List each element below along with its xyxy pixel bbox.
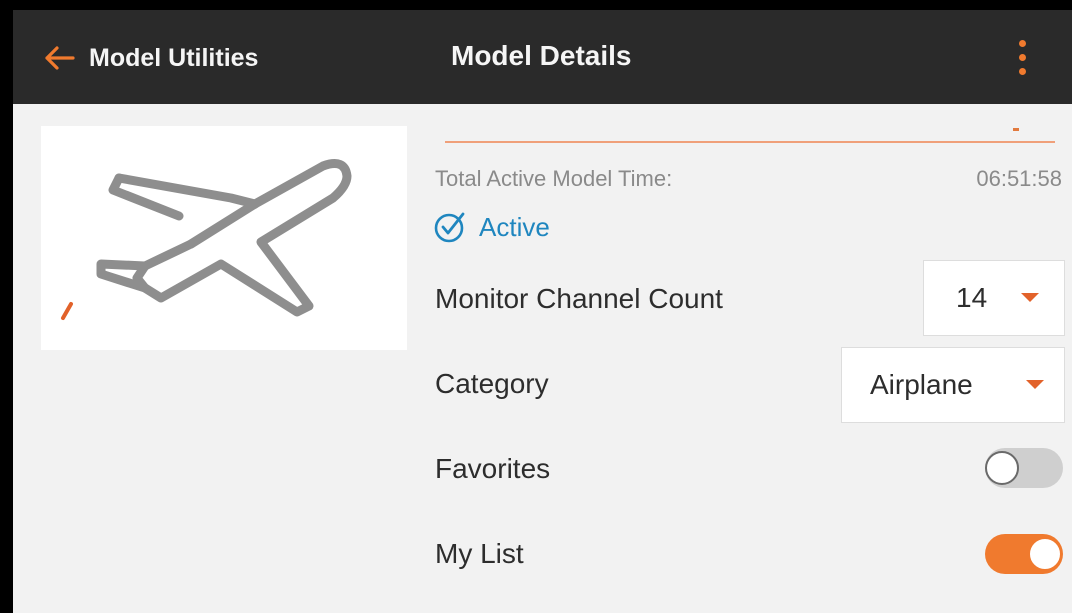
caret-down-icon: [1021, 293, 1039, 302]
back-button[interactable]: Model Utilities: [41, 36, 258, 80]
toggle-knob: [1028, 537, 1062, 571]
progress-divider: [445, 141, 1055, 143]
model-details-screen: Model Utilities Model Details Total Acti…: [13, 10, 1072, 613]
favorites-label: Favorites: [435, 453, 551, 484]
arrow-left-icon: [45, 46, 75, 70]
my-list-label: My List: [435, 538, 524, 569]
back-label: Model Utilities: [89, 43, 259, 72]
favorites-toggle[interactable]: [985, 448, 1063, 488]
check-circle-icon: [434, 212, 465, 243]
model-image[interactable]: [41, 126, 407, 350]
top-bar: Model Utilities Model Details: [13, 10, 1072, 104]
monitor-channel-count-value: 14: [956, 282, 988, 313]
active-status: Active: [433, 210, 550, 244]
my-list-toggle[interactable]: [985, 534, 1063, 574]
page-title: Model Details: [451, 40, 632, 71]
toggle-knob: [985, 451, 1019, 485]
caret-down-icon: [1026, 380, 1044, 389]
progress-marker: [1013, 128, 1019, 131]
airplane-icon: [61, 159, 352, 320]
category-value: Airplane: [870, 369, 973, 400]
active-status-label: Active: [479, 211, 550, 242]
total-time-label: Total Active Model Time:: [435, 166, 673, 191]
category-label: Category: [435, 368, 549, 399]
kebab-menu-icon[interactable]: [1009, 32, 1037, 84]
category-select[interactable]: Airplane: [841, 347, 1065, 423]
monitor-channel-count-select[interactable]: 14: [923, 260, 1065, 336]
monitor-channel-count-label: Monitor Channel Count: [435, 283, 723, 314]
total-time-value: 06:51:58: [976, 166, 1062, 191]
